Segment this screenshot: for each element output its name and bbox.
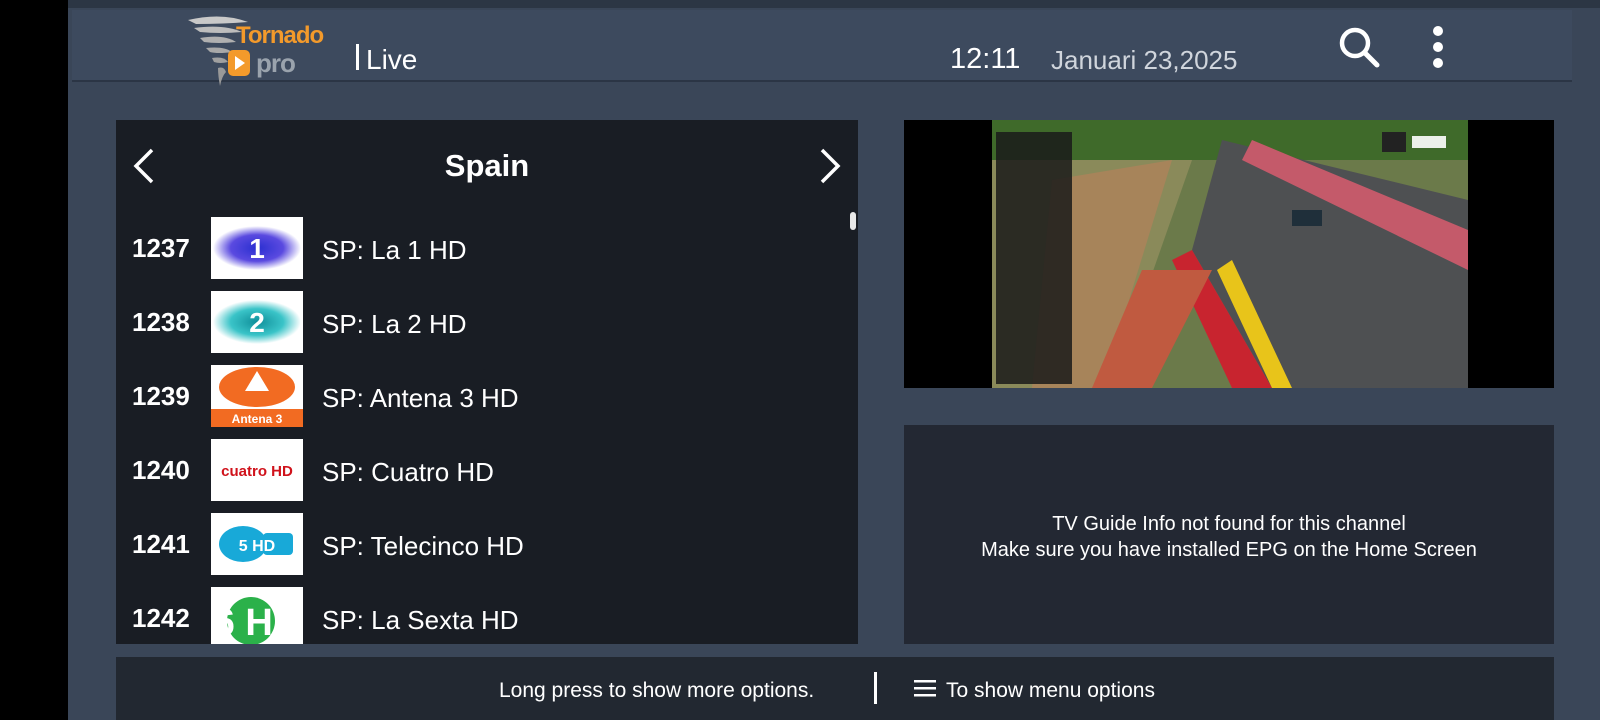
channel-name: SP: La 1 HD — [322, 235, 467, 265]
channel-number: 1238 — [132, 307, 190, 337]
channel-row[interactable]: 1240 cuatro HD SP: Cuatro HD — [116, 439, 846, 501]
cuatro-logo-text: cuatro HD — [221, 463, 293, 480]
lasexta-logo-text: 6 HD — [214, 602, 301, 644]
channel-name: SP: La 2 HD — [322, 309, 467, 339]
la2-logo-text: 2 — [249, 307, 265, 338]
menu-options-text: To show menu options — [946, 679, 1155, 702]
page-title: Live — [366, 44, 418, 75]
la1-logo-text: 1 — [249, 233, 265, 264]
left-black-bar — [0, 0, 68, 720]
telecinco-logo-icon: 5 HD — [219, 526, 293, 562]
channel-name: SP: Cuatro HD — [322, 457, 494, 487]
epg-message-line2: Make sure you have installed EPG on the … — [981, 539, 1477, 561]
clock-time: 12:11 — [950, 43, 1021, 75]
chevron-right-icon — [820, 148, 841, 184]
logo-word-pro: pro — [256, 48, 296, 78]
channel-list-panel: Spain 1237 1 SP: La 1 HD 1238 2 SP: La 2… — [116, 120, 858, 644]
channel-row[interactable]: 1238 2 SP: La 2 HD — [116, 291, 846, 353]
epg-info-panel: TV Guide Info not found for this channel… — [904, 425, 1554, 644]
search-icon — [1339, 27, 1380, 68]
channel-name: SP: Telecinco HD — [322, 531, 524, 561]
long-press-hint: Long press to show more options. — [499, 679, 815, 702]
search-button[interactable] — [1334, 22, 1384, 72]
app-logo: Tornado pro — [184, 10, 324, 90]
antena3-logo-icon: Antena 3 — [211, 367, 303, 427]
footer-bar: Long press to show more options. To show… — [116, 657, 1554, 720]
app-header: Tornado pro Live 12:11 Januari 23,2025 — [72, 10, 1572, 86]
la2-logo-icon: 2 — [213, 300, 301, 344]
video-frame — [992, 120, 1468, 388]
channel-logo: 5 HD — [211, 513, 303, 575]
header-divider — [356, 44, 359, 70]
channel-logo: cuatro HD — [211, 439, 303, 501]
channel-logo: Antena 3 — [211, 365, 303, 427]
channel-logo: 6 HD — [211, 587, 303, 644]
epg-message: TV Guide Info not found for this channel… — [904, 511, 1554, 563]
footer-divider — [874, 672, 877, 704]
more-options-button[interactable] — [1418, 22, 1458, 72]
epg-message-line1: TV Guide Info not found for this channel — [1052, 513, 1406, 535]
channel-number: 1240 — [132, 455, 190, 485]
channel-row[interactable]: 1239 Antena 3 SP: Antena 3 HD — [116, 365, 846, 427]
channel-number: 1241 — [132, 529, 190, 559]
list-scrollbar[interactable] — [850, 212, 856, 230]
clock-date: Januari 23,2025 — [1051, 45, 1238, 75]
video-preview[interactable] — [904, 120, 1554, 388]
category-title: Spain — [444, 148, 530, 183]
video-still-icon — [992, 120, 1468, 388]
logo-word-tornado: Tornado — [236, 22, 324, 49]
more-vertical-icon — [1433, 26, 1443, 68]
channel-row[interactable]: 1237 1 SP: La 1 HD — [116, 217, 846, 279]
channel-logo: 1 — [211, 217, 303, 279]
antena3-logo-text: Antena 3 — [232, 412, 283, 426]
channel-name: SP: Antena 3 HD — [322, 383, 519, 413]
status-strip — [68, 0, 1600, 8]
channel-logo: 2 — [211, 291, 303, 353]
channel-number: 1239 — [132, 381, 190, 411]
channel-number: 1237 — [132, 233, 190, 263]
channel-name: SP: La Sexta HD — [322, 605, 519, 635]
lasexta-logo-icon: 6 HD — [214, 597, 301, 644]
channel-row[interactable]: 1241 5 HD SP: Telecinco HD — [116, 513, 846, 575]
cuatro-logo-icon: cuatro HD — [221, 463, 293, 480]
channel-row[interactable]: 1242 6 HD SP: La Sexta HD — [116, 587, 846, 644]
telecinco-logo-text: 5 HD — [239, 538, 275, 555]
hamburger-menu-icon — [914, 680, 936, 697]
channel-number: 1242 — [132, 603, 190, 633]
la1-logo-icon: 1 — [213, 226, 301, 270]
category-next-button[interactable] — [814, 146, 844, 186]
